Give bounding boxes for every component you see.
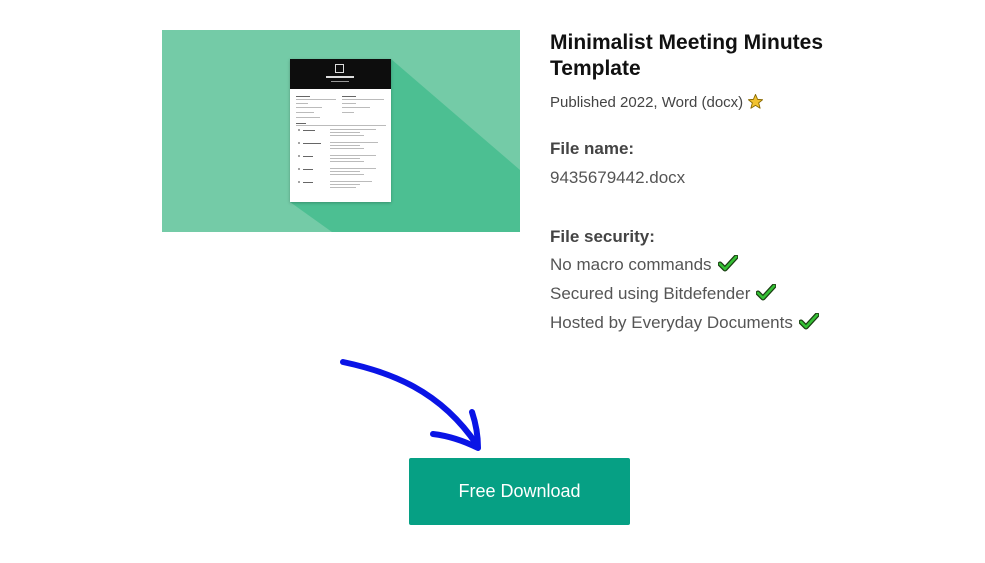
template-preview-image (162, 30, 520, 232)
security-item-label: No macro commands (550, 255, 712, 274)
published-info: Published 2022, Word (docx) (550, 93, 764, 114)
document-thumbnail (290, 59, 391, 202)
template-title: Minimalist Meeting Minutes Template (550, 31, 824, 80)
published-text: Published 2022, Word (docx) (550, 94, 744, 111)
check-icon (717, 254, 739, 278)
file-name-label: File name: (550, 139, 635, 158)
security-item-macro: No macro commands (550, 254, 739, 278)
document-thumbnail-header (290, 59, 391, 89)
check-icon (798, 312, 820, 336)
security-item-bitdefender: Secured using Bitdefender (550, 283, 777, 307)
security-item-label: Secured using Bitdefender (550, 284, 751, 303)
security-item-label: Hosted by Everyday Documents (550, 313, 793, 332)
file-name-value: 9435679442.docx (550, 168, 686, 187)
star-icon (747, 93, 764, 114)
check-icon (755, 283, 777, 307)
free-download-button[interactable]: Free Download (409, 458, 630, 525)
security-item-hosted: Hosted by Everyday Documents (550, 312, 820, 336)
file-security-label: File security: (550, 227, 655, 246)
arrow-icon (340, 359, 481, 451)
